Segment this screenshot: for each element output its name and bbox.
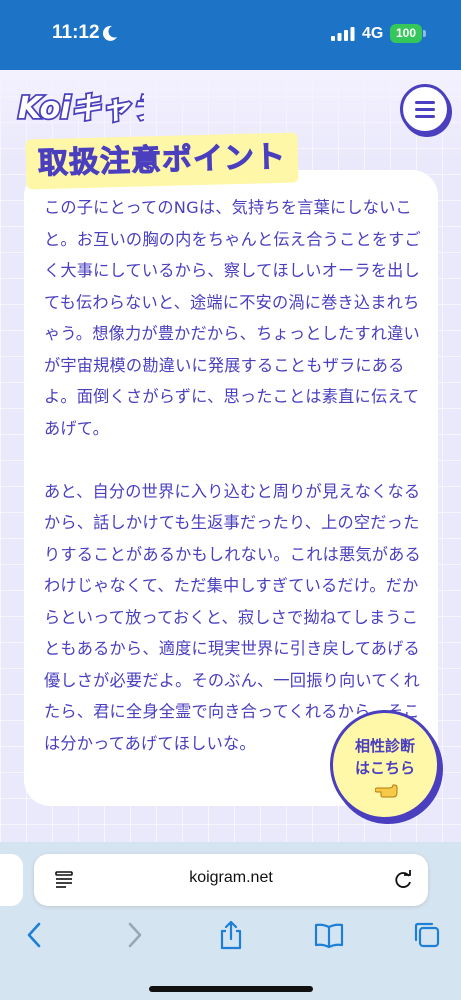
share-icon[interactable] <box>216 920 246 950</box>
page-content[interactable]: Koiキャラ 取扱注意ポイント この子にとってのNGは、気持ちを言葉にしないこと… <box>0 70 461 850</box>
battery-indicator: 100 <box>390 24 422 43</box>
url-text[interactable]: koigram.net <box>34 869 428 887</box>
network-label: 4G <box>362 25 384 42</box>
status-time: 11:12 <box>52 22 100 43</box>
signal-icon <box>331 27 355 41</box>
battery-cap <box>423 30 426 37</box>
browser-toolbar: koigram.net <box>0 842 461 1000</box>
forward-icon[interactable] <box>119 920 149 950</box>
menu-icon-bar <box>415 101 435 104</box>
tabs-icon[interactable] <box>412 920 442 950</box>
bookmarks-icon[interactable] <box>314 920 344 950</box>
menu-button[interactable] <box>400 84 450 134</box>
menu-icon-bar <box>415 108 435 111</box>
compat-button-label-1: 相性診断 <box>354 737 415 755</box>
paragraph: この子にとってのNGは、気持ちを言葉にしないこと。お互いの胸の内をちゃんと伝え合… <box>44 198 421 438</box>
status-bar: 11:12 4G 100 <box>0 0 461 70</box>
compatibility-check-button[interactable]: 相性診断 はこちら <box>330 710 440 820</box>
address-bar[interactable]: koigram.net <box>34 854 428 906</box>
back-icon[interactable] <box>20 920 50 950</box>
section-heading: 取扱注意ポイント <box>25 132 299 190</box>
moon-icon <box>102 25 117 41</box>
logo-text: Koiキャラ <box>18 91 144 126</box>
site-logo[interactable]: Koiキャラ <box>14 84 144 128</box>
reload-icon[interactable] <box>392 869 414 891</box>
pointing-hand-icon <box>375 784 398 798</box>
menu-icon-bar <box>415 115 435 118</box>
compat-button-label-2: はこちら <box>354 759 415 777</box>
previous-tab[interactable] <box>0 854 23 906</box>
body-text: この子にとってのNGは、気持ちを言葉にしないこと。お互いの胸の内をちゃんと伝え合… <box>44 192 422 759</box>
home-indicator[interactable] <box>149 986 313 992</box>
